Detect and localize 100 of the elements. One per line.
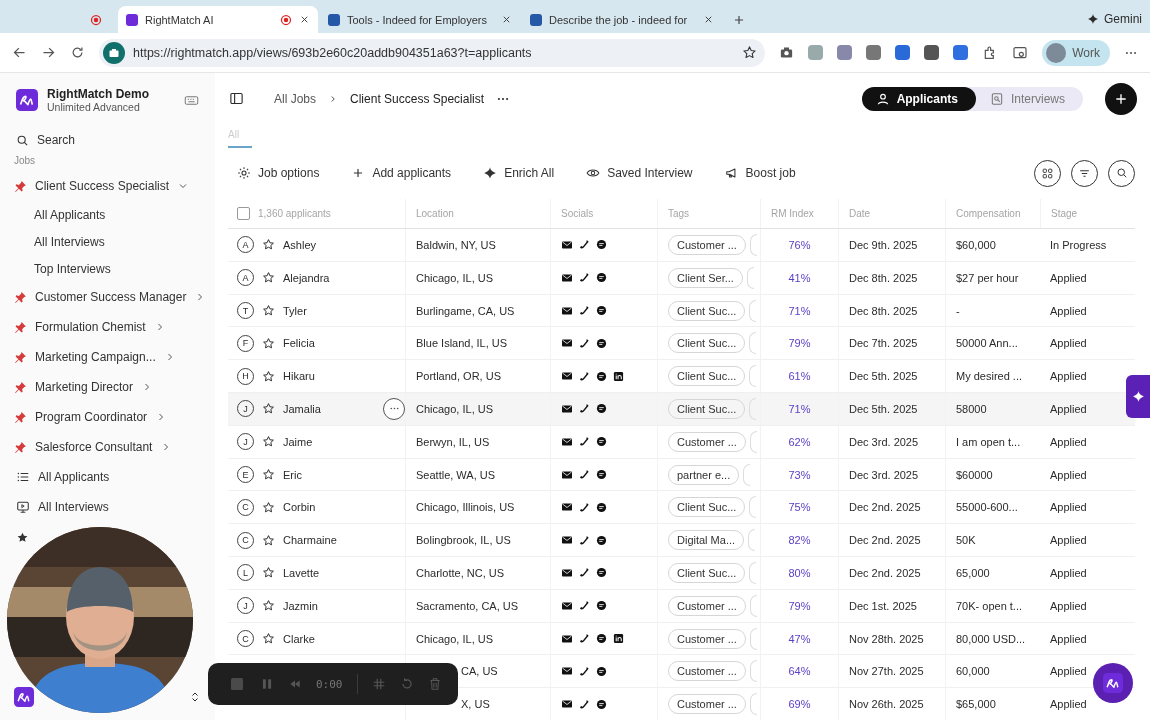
phone-icon[interactable]: [579, 337, 590, 349]
phone-icon[interactable]: [579, 567, 590, 579]
chat-icon[interactable]: [596, 665, 607, 677]
star-icon[interactable]: [262, 336, 275, 350]
breadcrumb-link[interactable]: Client Success Specialist: [350, 91, 485, 106]
action-button[interactable]: Enrich All: [483, 166, 555, 181]
chat-icon[interactable]: [596, 370, 607, 382]
star-icon[interactable]: [262, 599, 275, 613]
chat-icon[interactable]: [596, 403, 607, 415]
linkedin-icon[interactable]: [613, 633, 624, 644]
mail-icon[interactable]: [561, 665, 573, 678]
job-item[interactable]: Marketing Director: [0, 372, 215, 402]
browser-tab[interactable]: Describe the job - indeed for: [522, 6, 722, 33]
assistant-button[interactable]: [1093, 663, 1133, 703]
search-button[interactable]: [1108, 160, 1135, 187]
close-icon[interactable]: [703, 14, 714, 25]
sub-item[interactable]: Top Interviews: [0, 255, 215, 282]
star-icon[interactable]: [262, 468, 275, 482]
applicant-name[interactable]: Charmaine: [283, 534, 405, 547]
select-all-checkbox[interactable]: [237, 207, 250, 221]
phone-icon[interactable]: [579, 272, 590, 284]
nav-item[interactable]: All Interviews: [0, 492, 215, 522]
close-icon[interactable]: [501, 14, 512, 25]
star-icon[interactable]: [262, 271, 275, 285]
extension-icon[interactable]: [895, 45, 911, 60]
filter-button[interactable]: [1071, 160, 1098, 187]
phone-icon[interactable]: [579, 600, 590, 612]
star-icon[interactable]: [262, 566, 275, 580]
star-icon[interactable]: [262, 369, 275, 383]
applicant-name[interactable]: Felicia: [283, 337, 405, 350]
mail-icon[interactable]: [561, 501, 573, 514]
extension-icon[interactable]: [924, 45, 940, 60]
chat-icon[interactable]: [596, 272, 607, 284]
applicant-name[interactable]: Jazmin: [283, 599, 405, 612]
action-button[interactable]: Job options: [237, 166, 320, 181]
address-bar[interactable]: https://rightmatch.app/views/693b2e60c20addb904351a63?t=applicants: [99, 38, 766, 67]
mail-icon[interactable]: [561, 337, 573, 350]
star-icon[interactable]: [262, 500, 275, 514]
browser-tab[interactable]: RightMatch AI: [118, 6, 318, 33]
chat-icon[interactable]: [596, 436, 607, 448]
action-button[interactable]: Boost job: [724, 166, 796, 181]
chat-icon[interactable]: [596, 567, 607, 579]
applicant-name[interactable]: Hikaru: [283, 370, 405, 383]
view-toggle[interactable]: Applicants: [861, 86, 976, 111]
linkedin-icon[interactable]: [613, 370, 624, 382]
chat-icon[interactable]: [596, 469, 607, 481]
sidebar-toggle-icon[interactable]: [229, 91, 244, 107]
job-item[interactable]: Salesforce Consultant: [0, 432, 215, 462]
chat-icon[interactable]: [596, 600, 607, 612]
more-button[interactable]: [383, 397, 405, 420]
applicant-name[interactable]: Lavette: [283, 566, 405, 579]
action-button[interactable]: Saved Interview: [586, 166, 693, 181]
applicant-name[interactable]: Clarke: [283, 632, 405, 645]
applicant-name[interactable]: Jamalia: [283, 402, 375, 415]
mail-icon[interactable]: [561, 698, 573, 711]
chat-icon[interactable]: [596, 337, 607, 349]
phone-icon[interactable]: [579, 370, 590, 382]
phone-icon[interactable]: [579, 469, 590, 481]
job-item[interactable]: Formulation Chemist: [0, 312, 215, 342]
star-icon[interactable]: [262, 435, 275, 449]
applicant-name[interactable]: Ashley: [283, 238, 405, 251]
applicant-name[interactable]: Alejandra: [283, 271, 405, 284]
chat-icon[interactable]: [596, 633, 607, 644]
extension-icon[interactable]: [866, 45, 882, 60]
camera-icon[interactable]: [779, 45, 795, 60]
mail-icon[interactable]: [561, 370, 573, 383]
job-item[interactable]: Marketing Campaign...: [0, 342, 215, 372]
reload-icon[interactable]: [70, 45, 85, 60]
view-toggle[interactable]: Interviews: [975, 86, 1083, 111]
applicant-name[interactable]: Tyler: [283, 304, 405, 317]
star-icon[interactable]: [262, 632, 275, 645]
close-icon[interactable]: [299, 14, 310, 25]
chat-icon[interactable]: [596, 305, 607, 317]
sub-item[interactable]: All Applicants: [0, 201, 215, 228]
assistant-tab[interactable]: [1126, 375, 1150, 418]
sub-item[interactable]: All Interviews: [0, 228, 215, 255]
star-icon[interactable]: [262, 402, 275, 416]
chevron-up-down-icon[interactable]: [189, 691, 201, 703]
add-button[interactable]: [1105, 82, 1137, 115]
applicant-name[interactable]: Jaime: [283, 435, 405, 448]
mail-icon[interactable]: [561, 534, 573, 547]
star-icon[interactable]: [262, 238, 275, 252]
breadcrumb-link[interactable]: All Jobs: [274, 91, 317, 106]
search-item[interactable]: Search: [0, 125, 215, 155]
forward-icon[interactable]: [41, 45, 56, 60]
new-tab-icon[interactable]: [732, 13, 746, 27]
phone-icon[interactable]: [579, 698, 590, 710]
job-item[interactable]: Program Coordinator: [0, 402, 215, 432]
chat-icon[interactable]: [596, 698, 607, 710]
phone-icon[interactable]: [579, 534, 590, 546]
job-item[interactable]: Customer Success Manager: [0, 282, 215, 312]
chat-icon[interactable]: [596, 534, 607, 546]
tab-search-icon[interactable]: [1012, 44, 1029, 61]
applicant-name[interactable]: Eric: [283, 468, 405, 481]
phone-icon[interactable]: [579, 403, 590, 415]
phone-icon[interactable]: [579, 665, 590, 677]
back-icon[interactable]: [12, 45, 27, 60]
phone-icon[interactable]: [579, 501, 590, 513]
star-icon[interactable]: [262, 533, 275, 547]
star-icon[interactable]: [262, 304, 275, 318]
